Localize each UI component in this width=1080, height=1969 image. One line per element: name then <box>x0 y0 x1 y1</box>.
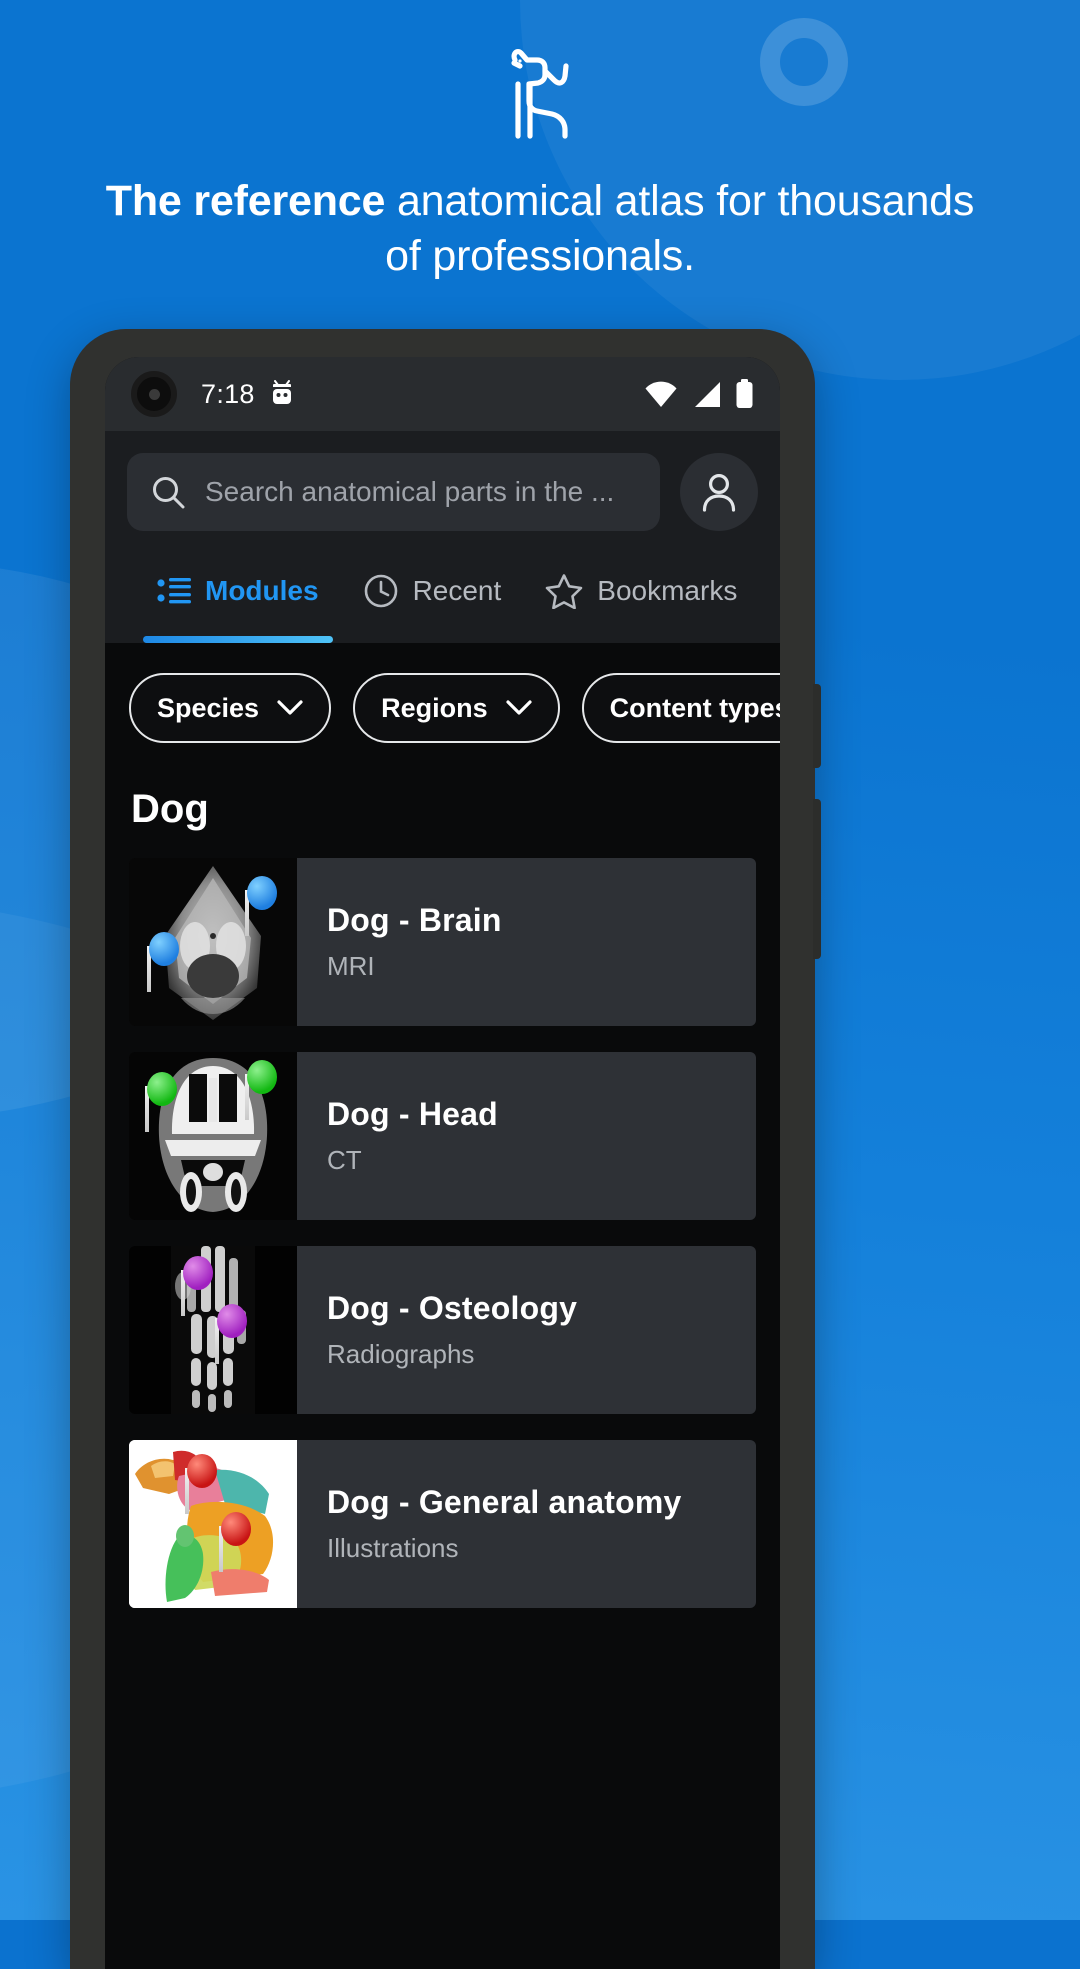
list-item[interactable]: Dog - Head CT <box>129 1052 756 1220</box>
filter-chip-regions[interactable]: Regions <box>353 673 560 743</box>
dog-logo-icon <box>511 49 569 139</box>
star-icon <box>545 574 583 609</box>
list-item-text: Dog - Brain MRI <box>297 858 502 1026</box>
status-icons <box>644 379 754 409</box>
page-title: Dog <box>131 787 209 831</box>
wifi-icon <box>645 381 677 407</box>
list-item[interactable]: Dog - General anatomy Illustrations <box>129 1440 756 1608</box>
android-head-icon <box>272 380 291 404</box>
clock-icon <box>364 574 397 608</box>
list-item-subtitle: Radiographs <box>327 1339 475 1369</box>
search-row: Search anatomical parts in the ... <box>105 431 780 531</box>
content-area: Species Regions Content types Dog Dog - … <box>105 643 780 1969</box>
filter-chip-regions-label: Regions <box>381 692 488 723</box>
mri-axial-brain-thumbnail <box>129 858 297 1026</box>
filter-chip-content-types-label: Content types <box>609 692 780 723</box>
battery-icon <box>736 379 753 408</box>
filter-chip-content-types[interactable]: Content types <box>581 673 780 743</box>
list-item-title: Dog - Head <box>327 1096 498 1132</box>
list-item-title: Dog - Osteology <box>327 1290 578 1326</box>
list-item[interactable]: Dog - Brain MRI <box>129 858 756 1026</box>
list-item-subtitle: MRI <box>327 951 375 981</box>
camera-punch-hole-icon <box>131 371 177 417</box>
tab-bookmarks[interactable]: Bookmarks <box>523 557 759 643</box>
phone-screen: 7:18 Search anatomical parts in the ... … <box>105 357 780 1969</box>
tab-bar: Modules Recent Bookmarks <box>105 531 780 643</box>
phone-frame: 7:18 Search anatomical parts in the ... … <box>70 329 821 1969</box>
search-input[interactable]: Search anatomical parts in the ... <box>127 453 660 531</box>
account-button[interactable] <box>680 453 758 531</box>
tab-recent[interactable]: Recent <box>341 557 524 643</box>
list-item[interactable]: Dog - Osteology Radiographs <box>129 1246 756 1414</box>
list-item-subtitle: CT <box>327 1145 362 1175</box>
chevron-down-icon <box>505 700 532 715</box>
list-item-text: Dog - General anatomy Illustrations <box>297 1440 682 1608</box>
list-item-text: Dog - Head CT <box>297 1052 498 1220</box>
tab-modules-label: Modules <box>205 575 319 606</box>
tab-recent-label: Recent <box>412 575 502 606</box>
module-list: Dog - Brain MRI Dog - Head CT Dog - Oste… <box>105 832 780 1608</box>
tab-modules[interactable]: Modules <box>135 557 341 643</box>
status-bar: 7:18 <box>105 357 780 431</box>
filter-chip-species[interactable]: Species <box>129 673 332 743</box>
list-item-text: Dog - Osteology Radiographs <box>297 1246 577 1414</box>
status-time: 7:18 <box>201 378 255 409</box>
phone-power-button[interactable] <box>813 799 821 959</box>
search-placeholder: Search anatomical parts in the ... <box>205 476 615 507</box>
list-item-title: Dog - General anatomy <box>327 1484 682 1520</box>
search-icon <box>153 477 185 509</box>
illustration-dog-thumbnail <box>129 1440 297 1608</box>
phone-volume-button[interactable] <box>813 684 821 768</box>
list-icon <box>157 578 191 604</box>
filter-chip-species-label: Species <box>157 692 260 723</box>
promo-headline-rest: anatomical atlas for thousands of profes… <box>385 177 975 280</box>
promo-header: The reference anatomical atlas for thous… <box>0 0 1080 283</box>
chevron-down-icon <box>277 700 303 715</box>
ct-axial-head-thumbnail <box>129 1052 297 1220</box>
tab-bookmarks-label: Bookmarks <box>597 575 738 606</box>
list-item-title: Dog - Brain <box>327 902 502 938</box>
tab-active-indicator <box>143 636 333 643</box>
promo-headline: The reference anatomical atlas for thous… <box>0 174 1080 283</box>
filter-chips: Species Regions Content types <box>105 673 780 743</box>
cellular-signal-icon <box>695 381 720 407</box>
list-item-subtitle: Illustrations <box>327 1533 459 1563</box>
radiograph-paw-thumbnail <box>129 1246 297 1414</box>
promo-headline-strong: The reference <box>105 177 386 225</box>
person-icon <box>702 474 736 512</box>
